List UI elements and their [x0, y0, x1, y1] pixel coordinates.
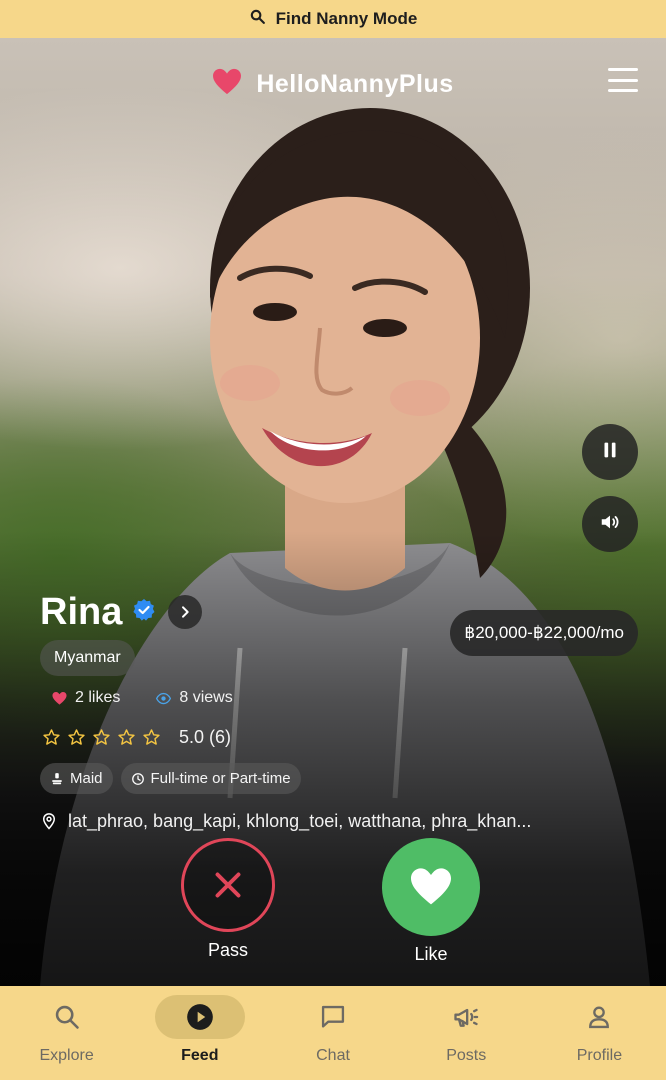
pass-label: Pass [207, 940, 249, 960]
search-icon [249, 8, 266, 30]
nav-label: Profile [576, 1047, 623, 1064]
stats-row: 2 likes 8 views [52, 686, 233, 710]
nav-profile[interactable]: Profile [533, 986, 666, 1080]
tag-maid: Maid [40, 763, 113, 794]
nav-posts[interactable]: Posts [400, 986, 533, 1080]
volume-icon [599, 511, 621, 538]
nav-feed-icon-wrap [154, 995, 245, 1039]
eye-icon [156, 692, 172, 704]
like-button[interactable] [382, 838, 480, 936]
tag-label: Full-time or Part-time [150, 770, 291, 787]
nav-label: Posts [446, 1047, 487, 1064]
nav-posts-icon-wrap [421, 995, 511, 1039]
like-label: Like [414, 944, 448, 964]
likes-count: 2 likes [75, 689, 121, 706]
pass-button[interactable] [181, 838, 275, 932]
views-stat: 8 views [156, 689, 233, 707]
clock-icon [131, 772, 144, 785]
find-nanny-mode-banner[interactable]: Find Nanny Mode [0, 0, 666, 38]
nav-chat-icon-wrap [288, 995, 378, 1039]
star-icon [118, 728, 135, 745]
nav-chat[interactable]: Chat [266, 986, 399, 1080]
profile-name: Rina [40, 590, 123, 633]
nav-explore-icon-wrap [22, 995, 112, 1039]
views-count: 8 views [179, 689, 233, 706]
pause-button[interactable] [582, 424, 638, 480]
volume-button[interactable] [582, 496, 638, 552]
maid-icon [52, 772, 62, 784]
nav-profile-icon-wrap [554, 995, 644, 1039]
likes-stat: 2 likes [52, 689, 120, 707]
play-circle-icon [186, 1004, 213, 1030]
nav-label: Explore [39, 1047, 94, 1064]
close-icon [215, 872, 241, 898]
heart-icon [411, 868, 451, 905]
tag-schedule: Full-time or Part-time [120, 763, 301, 794]
search-icon [55, 1005, 79, 1029]
chat-bubble-icon [321, 1005, 345, 1028]
chevron-right-icon [182, 606, 190, 618]
brand-name: HelloNannyPlus [256, 69, 454, 98]
nav-feed[interactable]: Feed [133, 986, 266, 1080]
heart-icon [52, 691, 67, 705]
location-row: lat_phrao, bang_kapi, khlong_toei, watth… [40, 808, 600, 834]
like-action: Like [381, 838, 481, 965]
heart-logo-icon [212, 68, 242, 101]
pause-icon [599, 439, 621, 466]
star-icon [43, 728, 60, 745]
locations-text: lat_phrao, bang_kapi, khlong_toei, watth… [68, 810, 532, 831]
tag-label: Maid [70, 770, 103, 787]
verified-badge-icon [132, 598, 156, 627]
person-icon [589, 1006, 610, 1029]
tags-row: Maid Full-time or Part-time [40, 763, 301, 794]
banner-label: Find Nanny Mode [275, 9, 418, 28]
profile-details-button[interactable] [168, 595, 203, 629]
star-icon [143, 728, 160, 745]
nav-label: Feed [181, 1047, 219, 1064]
bottom-navigation: Explore Feed Chat Posts Profile [0, 986, 666, 1080]
nav-label: Chat [316, 1047, 350, 1064]
megaphone-icon [454, 1008, 479, 1027]
rating-row: 5.0 (6) [42, 724, 231, 750]
star-icon [93, 728, 110, 745]
profile-name-row: Rina [40, 588, 203, 636]
rating-text: 5.0 (6) [179, 726, 232, 747]
app-header: HelloNannyPlus [0, 62, 666, 106]
pass-action: Pass [178, 838, 278, 961]
hamburger-menu-icon[interactable] [608, 68, 638, 92]
location-pin-icon [42, 813, 56, 830]
salary-badge: ฿20,000-฿22,000/mo [450, 610, 638, 656]
profile-photo[interactable] [0, 38, 666, 986]
photo-gradient-overlay [0, 38, 666, 986]
star-icon [68, 728, 85, 745]
nationality-chip: Myanmar [40, 640, 135, 676]
nav-explore[interactable]: Explore [0, 986, 133, 1080]
